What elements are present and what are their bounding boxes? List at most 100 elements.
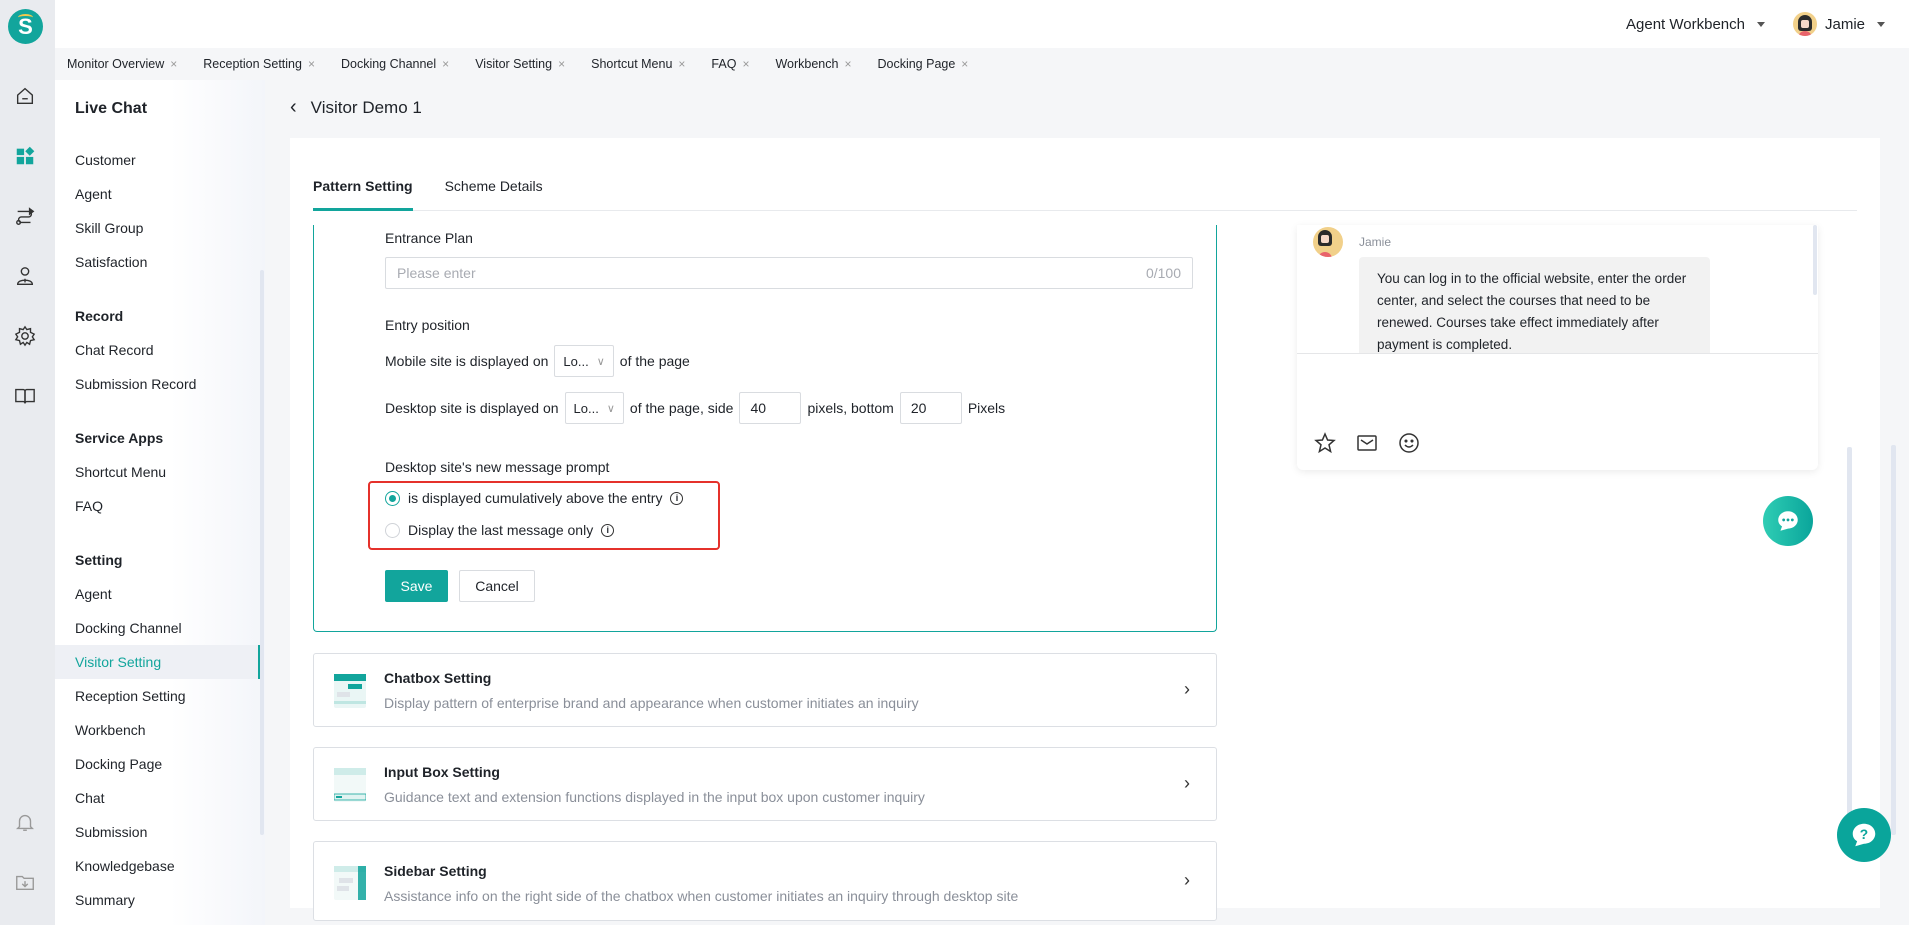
card-description: Display pattern of enterprise brand and … [384, 695, 919, 711]
sidebar-item-customer[interactable]: Customer [55, 143, 260, 177]
preview-scrollbar[interactable] [1847, 447, 1852, 847]
desktop-position-row: Desktop site is displayed on Lo... ∨ of … [385, 392, 1005, 424]
dashboard-icon[interactable] [13, 144, 37, 168]
close-icon[interactable]: × [742, 57, 749, 71]
sidebar-item-skill-group[interactable]: Skill Group [55, 211, 260, 245]
sidebar-item-docking-page[interactable]: Docking Page [55, 747, 260, 781]
message-bubble: You can log in to the official website, … [1359, 257, 1710, 353]
book-icon[interactable] [13, 384, 37, 408]
close-icon[interactable]: × [678, 57, 685, 71]
user-menu[interactable]: Jamie [1792, 12, 1885, 36]
info-icon[interactable]: i [670, 491, 684, 505]
sidebar-item-submission[interactable]: Submission [55, 815, 260, 849]
open-tab-label: Workbench [775, 57, 839, 71]
radio-button-checked[interactable] [385, 490, 400, 506]
download-folder-icon[interactable] [13, 870, 37, 894]
sidebar-item-reception-setting[interactable]: Reception Setting [55, 679, 260, 713]
sidebar-item-satisfaction[interactable]: Satisfaction [55, 245, 260, 279]
tab-scheme-details[interactable]: Scheme Details [445, 178, 543, 210]
open-tab[interactable]: Docking Channel × [341, 57, 449, 71]
page-header: ‹ Visitor Demo 1 [290, 96, 422, 119]
open-tab[interactable]: Shortcut Menu × [591, 57, 685, 71]
route-icon[interactable] [13, 204, 37, 228]
open-tab[interactable]: Monitor Overview × [67, 57, 177, 71]
sidebar-item-agent[interactable]: Agent [55, 177, 260, 211]
side-pixels-input[interactable]: 40 [739, 392, 802, 424]
sidebar-group-setting: Setting [75, 552, 123, 568]
star-icon[interactable] [1313, 431, 1337, 455]
close-icon[interactable]: × [170, 57, 177, 71]
entrance-plan-input[interactable]: Please enter 0/100 [385, 257, 1193, 289]
sidebar-item-workbench[interactable]: Workbench [55, 713, 260, 747]
close-icon[interactable]: × [844, 57, 851, 71]
caret-down-icon [1877, 21, 1885, 27]
sidebar-item-summary[interactable]: Summary [55, 883, 260, 917]
page-scrollbar[interactable] [1891, 445, 1896, 835]
save-button[interactable]: Save [385, 570, 448, 602]
sidebar-layout-icon [334, 866, 366, 900]
main-panel: Pattern Setting Scheme Details Entrance … [290, 138, 1880, 921]
sidebar-item-knowledgebase[interactable]: Knowledgebase [55, 849, 260, 883]
card-description: Guidance text and extension functions di… [384, 789, 925, 805]
open-tab-label: Docking Channel [340, 57, 437, 71]
card-title: Sidebar Setting [384, 863, 487, 879]
radio-button[interactable] [385, 522, 400, 538]
back-chevron-icon[interactable]: ‹ [290, 96, 297, 119]
radio-last-only[interactable]: Display the last message only i [385, 522, 615, 538]
open-tab[interactable]: Workbench × [775, 57, 851, 71]
cancel-button[interactable]: Cancel [459, 570, 535, 602]
close-icon[interactable]: × [558, 57, 565, 71]
chat-entry-button[interactable] [1763, 496, 1813, 546]
sidebar-group-record: Record [75, 308, 124, 324]
sidebar-item-submission-record[interactable]: Submission Record [55, 367, 260, 401]
chat-bubble-icon [1778, 511, 1798, 531]
sidebar-item-chat[interactable]: Chat [55, 781, 260, 815]
open-tab[interactable]: Docking Page × [877, 57, 968, 71]
sidebar-scrollbar[interactable] [260, 270, 264, 835]
mobile-prefix: Mobile site is displayed on [385, 353, 549, 369]
mobile-suffix: of the page [619, 353, 690, 369]
open-tab[interactable]: Reception Setting × [203, 57, 315, 71]
workbench-dropdown[interactable]: Agent Workbench [1626, 16, 1765, 33]
desktop-mid: of the page, side [629, 400, 734, 416]
bell-icon[interactable] [13, 810, 37, 834]
sidebar-item-visitor-setting[interactable]: Visitor Setting [55, 645, 260, 679]
home-icon[interactable] [13, 84, 37, 108]
sidebar-item-setting-agent[interactable]: Agent [55, 577, 260, 611]
workbench-label: Agent Workbench [1626, 15, 1745, 33]
sender-name: Jamie [1359, 235, 1392, 249]
mail-icon[interactable] [1355, 431, 1379, 455]
help-button[interactable]: ? [1837, 808, 1891, 862]
close-icon[interactable]: × [308, 57, 315, 71]
tab-pattern-setting[interactable]: Pattern Setting [313, 178, 413, 211]
bottom-pixels-input[interactable]: 20 [899, 392, 962, 424]
input-box-setting-card[interactable]: Input Box Setting Guidance text and exte… [313, 747, 1217, 821]
logo-icon[interactable]: S [8, 9, 43, 44]
close-icon[interactable]: × [442, 57, 449, 71]
open-tab-label: Monitor Overview [67, 57, 165, 71]
chatbox-setting-card[interactable]: Chatbox Setting Display pattern of enter… [313, 653, 1217, 727]
agent-icon[interactable] [13, 264, 37, 288]
open-tab[interactable]: Visitor Setting × [475, 57, 565, 71]
open-tab-label: Reception Setting [203, 57, 302, 71]
chat-scrollbar[interactable] [1813, 225, 1817, 295]
sidebar-item-shortcut-menu[interactable]: Shortcut Menu [55, 455, 260, 489]
mobile-position-select[interactable]: Lo... ∨ [554, 345, 614, 377]
open-tab[interactable]: FAQ × [711, 57, 749, 71]
open-tab-label: Docking Page [877, 57, 956, 71]
emoji-icon[interactable] [1397, 431, 1421, 455]
radio-cumulative[interactable]: is displayed cumulatively above the entr… [385, 490, 684, 506]
sidebar-item-docking-channel[interactable]: Docking Channel [55, 611, 260, 645]
settings-icon[interactable] [13, 324, 37, 348]
help-icon: ? [1852, 823, 1876, 847]
sidebar-item-faq[interactable]: FAQ [55, 489, 260, 523]
desktop-position-select[interactable]: Lo... ∨ [564, 392, 624, 424]
avatar [1792, 12, 1817, 36]
sidebar-item-chat-record[interactable]: Chat Record [55, 333, 260, 367]
chevron-down-icon: ∨ [606, 402, 615, 415]
sidebar-setting-card[interactable]: Sidebar Setting Assistance info on the r… [313, 841, 1217, 921]
pixels-bottom-text: pixels, bottom [807, 400, 894, 416]
entrance-plan-label: Entrance Plan [385, 230, 473, 246]
close-icon[interactable]: × [961, 57, 968, 71]
info-icon[interactable]: i [601, 523, 615, 537]
